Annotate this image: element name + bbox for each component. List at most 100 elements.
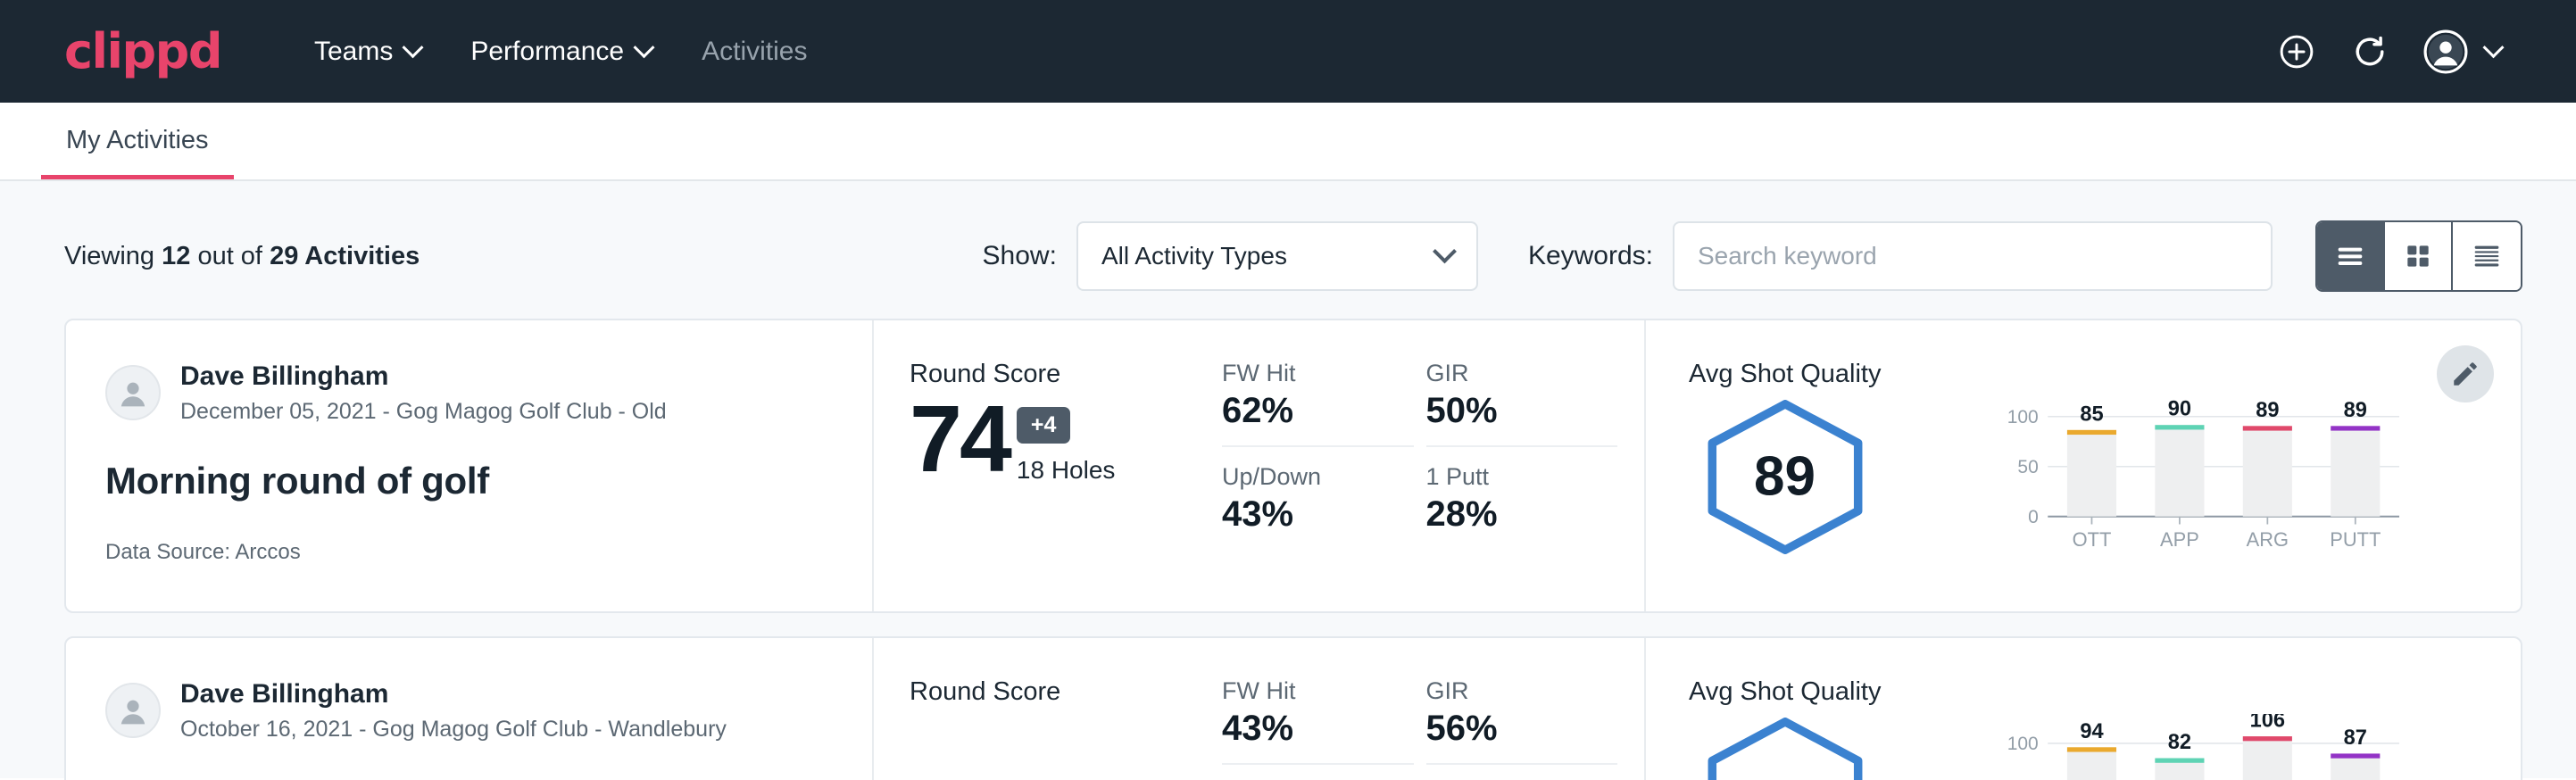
stat-value: 62% xyxy=(1222,391,1387,431)
avg-shot-quality-block: Avg Shot Quality 05010094OTT82APP106ARG8… xyxy=(1646,638,2521,780)
activity-title: Morning round of golf xyxy=(105,460,836,502)
tab-bar: My Activities xyxy=(0,103,2576,181)
viewing-summary: Viewing 12 out of 29 Activities xyxy=(64,242,420,271)
tab-my-activities-label: My Activities xyxy=(66,126,209,154)
round-score-label: Round Score xyxy=(910,677,1222,707)
quality-score: 89 xyxy=(1754,445,1816,509)
svg-text:90: 90 xyxy=(2168,398,2191,421)
stat-label: GIR xyxy=(1426,677,1591,705)
nav-item-teams[interactable]: Teams xyxy=(289,28,445,76)
tab-my-activities[interactable]: My Activities xyxy=(41,126,234,179)
avg-shot-quality-label: Avg Shot Quality xyxy=(1689,677,2494,707)
player-header: Dave Billingham December 05, 2021 - Gog … xyxy=(105,360,836,426)
stat-one-putt: 1 Putt 28% xyxy=(1426,463,1618,535)
activity-card[interactable]: Dave Billingham December 05, 2021 - Gog … xyxy=(64,319,2522,613)
viewing-count: 12 xyxy=(162,242,190,270)
stat-gir: GIR 56% xyxy=(1426,677,1618,765)
chevron-down-icon xyxy=(1433,239,1457,263)
viewing-total: 29 Activities xyxy=(270,242,420,270)
avg-shot-quality-block: Avg Shot Quality 89 05010085OTT90APP89AR… xyxy=(1646,320,2521,611)
add-icon[interactable] xyxy=(2277,32,2316,71)
edit-activity-button[interactable] xyxy=(2437,345,2494,402)
svg-text:PUTT: PUTT xyxy=(2330,528,2381,551)
show-label: Show: xyxy=(983,241,1057,271)
stat-fw-hit: FW Hit 43% xyxy=(1222,677,1414,765)
player-name: Dave Billingham xyxy=(180,677,727,711)
primary-nav: Teams Performance Activities xyxy=(289,28,832,76)
top-nav-actions xyxy=(2277,29,2533,74)
svg-text:106: 106 xyxy=(2250,714,2285,733)
player-header: Dave Billingham October 16, 2021 - Gog M… xyxy=(105,677,836,743)
activity-card[interactable]: Dave Billingham October 16, 2021 - Gog M… xyxy=(64,636,2522,780)
avg-shot-quality-label: Avg Shot Quality xyxy=(1689,360,2494,389)
data-source: Data Source: Arccos xyxy=(105,540,836,565)
svg-text:85: 85 xyxy=(2080,402,2103,426)
activity-type-select-value: All Activity Types xyxy=(1101,242,1287,270)
stat-label: 1 Putt xyxy=(1426,463,1591,491)
quality-hexagon: 89 xyxy=(1689,399,1881,555)
chevron-down-icon xyxy=(634,37,655,58)
activity-meta: October 16, 2021 - Gog Magog Golf Club -… xyxy=(180,715,727,744)
nav-item-performance[interactable]: Performance xyxy=(445,28,677,76)
nav-item-activities[interactable]: Activities xyxy=(677,28,832,76)
svg-text:89: 89 xyxy=(2256,399,2279,422)
user-menu[interactable] xyxy=(2423,29,2501,74)
bar-chart-card-2: 05010094OTT82APP106ARG87PUTT xyxy=(1911,714,2494,780)
svg-text:82: 82 xyxy=(2168,731,2191,754)
svg-text:87: 87 xyxy=(2344,726,2367,750)
stat-value: 56% xyxy=(1426,709,1591,749)
view-toggle-group xyxy=(2315,220,2522,292)
grid-view-button[interactable] xyxy=(2385,222,2453,290)
svg-text:50: 50 xyxy=(2017,457,2038,477)
activity-list: Dave Billingham December 05, 2021 - Gog … xyxy=(0,319,2576,780)
filter-controls: Show: All Activity Types Keywords: xyxy=(983,220,2522,292)
nav-item-performance-label: Performance xyxy=(470,37,624,67)
page-body: Viewing 12 out of 29 Activities Show: Al… xyxy=(0,181,2576,778)
viewing-middle: out of xyxy=(197,242,262,270)
filter-bar: Viewing 12 out of 29 Activities Show: Al… xyxy=(0,181,2576,319)
activity-type-select[interactable]: All Activity Types xyxy=(1076,221,1478,291)
shot-quality-chart: 05010085OTT90APP89ARG89PUTT xyxy=(1911,396,2494,557)
pencil-icon xyxy=(2450,359,2480,389)
svg-text:100: 100 xyxy=(2007,734,2039,754)
refresh-icon[interactable] xyxy=(2350,32,2389,71)
stat-gir: GIR 50% xyxy=(1426,360,1618,447)
stat-label: FW Hit xyxy=(1222,677,1387,705)
search-input[interactable] xyxy=(1673,221,2273,291)
viewing-prefix: Viewing xyxy=(64,242,154,270)
svg-text:ARG: ARG xyxy=(2247,528,2289,551)
clippd-logo[interactable]: clippd xyxy=(64,28,221,76)
svg-text:89: 89 xyxy=(2344,399,2367,422)
activity-info: Dave Billingham October 16, 2021 - Gog M… xyxy=(66,638,874,780)
stat-fw-hit: FW Hit 62% xyxy=(1222,360,1414,447)
round-score-block: Round Score xyxy=(874,638,1222,780)
avatar xyxy=(105,365,161,420)
list-view-button[interactable] xyxy=(2317,222,2385,290)
stat-value: 50% xyxy=(1426,391,1591,431)
svg-text:0: 0 xyxy=(2028,507,2039,527)
round-score-value: 74 xyxy=(910,394,1010,485)
top-navigation-bar: clippd Teams Performance Activities xyxy=(0,0,2576,103)
compact-list-icon xyxy=(2469,238,2505,274)
bar-chart-card-1: 05010085OTT90APP89ARG89PUTT xyxy=(1911,396,2494,552)
stat-up-down: Up/Down 43% xyxy=(1222,463,1414,535)
avatar xyxy=(2423,29,2468,74)
svg-text:100: 100 xyxy=(2007,407,2039,427)
list-icon xyxy=(2332,238,2368,274)
round-score-label: Round Score xyxy=(910,360,1222,389)
holes-count: 18 Holes xyxy=(1017,456,1116,485)
stats-block: FW Hit 62% GIR 50% Up/Down 43% 1 Putt 28… xyxy=(1222,320,1646,611)
compact-view-button[interactable] xyxy=(2453,222,2521,290)
svg-text:94: 94 xyxy=(2080,720,2103,743)
chevron-down-icon xyxy=(2482,37,2504,58)
nav-item-teams-label: Teams xyxy=(314,37,393,67)
quality-hexagon xyxy=(1689,717,1881,780)
shot-quality-chart: 05010094OTT82APP106ARG87PUTT xyxy=(1911,714,2494,780)
round-score-block: Round Score 74 +4 18 Holes xyxy=(874,320,1222,611)
stat-label: Up/Down xyxy=(1222,463,1387,491)
stat-label: GIR xyxy=(1426,360,1591,387)
score-to-par-badge: +4 xyxy=(1017,407,1071,444)
nav-item-activities-label: Activities xyxy=(702,37,807,67)
keywords-label: Keywords: xyxy=(1528,241,1653,271)
svg-text:APP: APP xyxy=(2160,528,2199,551)
